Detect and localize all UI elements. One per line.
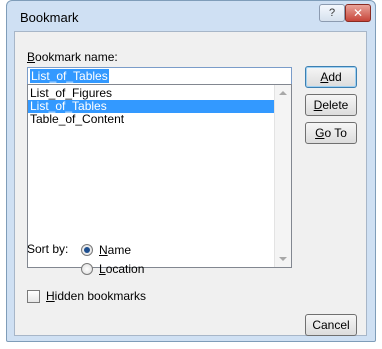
bookmark-dialog: Bookmark ? ✕ Bookmark name: List_of_Tabl… (6, 0, 376, 342)
hidden-bookmarks-checkbox[interactable]: Hidden bookmarks (27, 289, 146, 303)
radio-selected-dot-icon (84, 247, 90, 253)
radio-location-indicator[interactable] (81, 263, 93, 275)
sort-by-name-radio[interactable]: Name (81, 243, 131, 257)
sort-by-location-radio[interactable]: Location (81, 262, 144, 276)
close-button[interactable]: ✕ (345, 4, 371, 22)
scroll-down-icon[interactable] (279, 257, 287, 261)
help-button[interactable]: ? (319, 4, 345, 22)
goto-button[interactable]: Go To (305, 122, 357, 144)
bookmark-name-input[interactable]: List_of_Tables (27, 67, 292, 85)
hidden-bookmarks-box[interactable] (27, 289, 40, 303)
hidden-bookmarks-label: Hidden bookmarks (46, 289, 147, 303)
dialog-title: Bookmark (20, 10, 79, 25)
bookmark-list-item[interactable]: Table_of_Content (28, 113, 276, 126)
sort-by-name-label: Name (99, 243, 132, 257)
help-icon: ? (328, 7, 336, 19)
bookmark-list[interactable]: List_of_Figures List_of_Tables Table_of_Co… (27, 84, 292, 268)
sort-by-location-label: Location (99, 262, 145, 276)
close-icon: ✕ (352, 6, 364, 20)
title-bar: Bookmark ? ✕ (7, 1, 375, 31)
cancel-button[interactable]: Cancel (305, 314, 357, 336)
radio-name-indicator[interactable] (81, 244, 93, 256)
sort-by-label: Sort by: (27, 242, 69, 256)
bookmark-name-label: Bookmark name: (27, 50, 118, 64)
list-scrollbar[interactable] (274, 85, 291, 267)
add-button[interactable]: Add (305, 66, 357, 88)
scroll-up-icon[interactable] (279, 91, 287, 95)
dialog-client-area: Bookmark name: List_of_Tables List_of_Fi… (14, 31, 367, 336)
bookmark-name-value: List_of_Tables (30, 69, 109, 83)
delete-button[interactable]: Delete (305, 94, 357, 116)
bookmark-list-items: List_of_Figures List_of_Tables Table_of_Co… (28, 87, 276, 126)
